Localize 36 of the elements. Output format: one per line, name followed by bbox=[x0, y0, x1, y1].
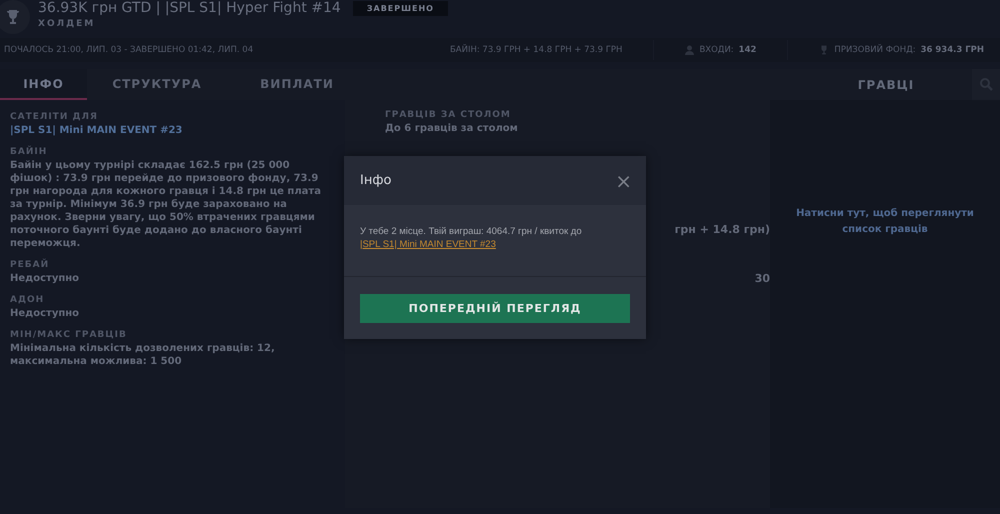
person-icon bbox=[685, 45, 694, 55]
section-value: До 6 гравців за столом bbox=[385, 122, 519, 135]
prize-amount: 36 934.3 ГРН bbox=[920, 45, 984, 55]
status-badge: ЗАВЕРШЕНО bbox=[352, 0, 448, 16]
preview-button[interactable]: ПОПЕРЕДНІЙ ПЕРЕГЛЯД bbox=[360, 294, 630, 323]
trophy-icon bbox=[5, 9, 21, 25]
section-value: Недоступно bbox=[10, 272, 80, 285]
section-label: САТЕЛІТИ ДЛЯ bbox=[10, 112, 99, 122]
entries-label: ВХОДИ: bbox=[699, 45, 734, 55]
search-button[interactable] bbox=[972, 69, 1000, 100]
schedule-text: ПОЧАЛОСЬ 21:00, ЛИП. 03 - ЗАВЕРШЕНО 01:42, ЛИП. 04 bbox=[4, 45, 254, 55]
prize-label: ПРИЗОВИЙ ФОНД: bbox=[834, 45, 916, 55]
result-message: У тебе 2 місце. Твій виграш: 4064.7 грн / квиток до |SPL S1| Mini MAIN EVENT #23 bbox=[360, 225, 583, 251]
close-button[interactable]: × bbox=[613, 170, 634, 190]
section-value: Байін у цьому турнірі складає 162.5 грн (25 000 фішок) : 73.9 грн перейде до призового фонду, 73.9 грн нагорода для кожного гравця і 14.8 грн це плата за турнір. Мінімум 36.9 грн буде зараховано на рахунок. Зверни увагу, що 50% втрачених гравцями поточного баунті буде додано до власного баунті переможця. bbox=[10, 159, 322, 250]
section-value: Мінімальна кількість дозволених гравців: 12, максимальна можлива: 1 500 bbox=[10, 342, 276, 368]
section-label: МІН/МАКС ГРАВЦІВ bbox=[10, 330, 128, 340]
section-value: 30 bbox=[754, 272, 770, 285]
section-label: БАЙІН bbox=[10, 147, 48, 157]
tab[interactable]: ВИПЛАТИ bbox=[227, 69, 367, 100]
ticket-link[interactable]: |SPL S1| Mini MAIN EVENT #23 bbox=[360, 239, 496, 250]
tournament-title: 36.93K грн GTD | |SPL S1| Hyper Fight #14 bbox=[38, 0, 341, 16]
section-label: ГРАВЦІВ ЗА СТОЛОМ bbox=[385, 110, 512, 120]
section-label: РЕБАЙ bbox=[10, 260, 50, 270]
buyin-text: БАЙІН: 73.9 ГРН + 14.8 ГРН + 73.9 ГРН bbox=[450, 45, 622, 55]
players-header: ГРАВЦІ bbox=[856, 76, 916, 94]
entries-count: 142 bbox=[738, 45, 756, 55]
trophy-icon bbox=[819, 45, 830, 55]
dialog-title: Інфо bbox=[360, 173, 392, 188]
satellite-link[interactable]: |SPL S1| Mini MAIN EVENT #23 bbox=[10, 124, 335, 137]
tab[interactable]: СТРУКТУРА bbox=[87, 69, 227, 100]
section-value: грн + 14.8 грн) bbox=[674, 223, 770, 236]
game-type: ХОЛДЕМ bbox=[38, 19, 96, 29]
section-label: АДОН bbox=[10, 295, 46, 305]
players-hint-link[interactable]: Натисни тут, щоб переглянути список гравців bbox=[795, 206, 975, 238]
section-value: Недоступно bbox=[10, 307, 80, 320]
